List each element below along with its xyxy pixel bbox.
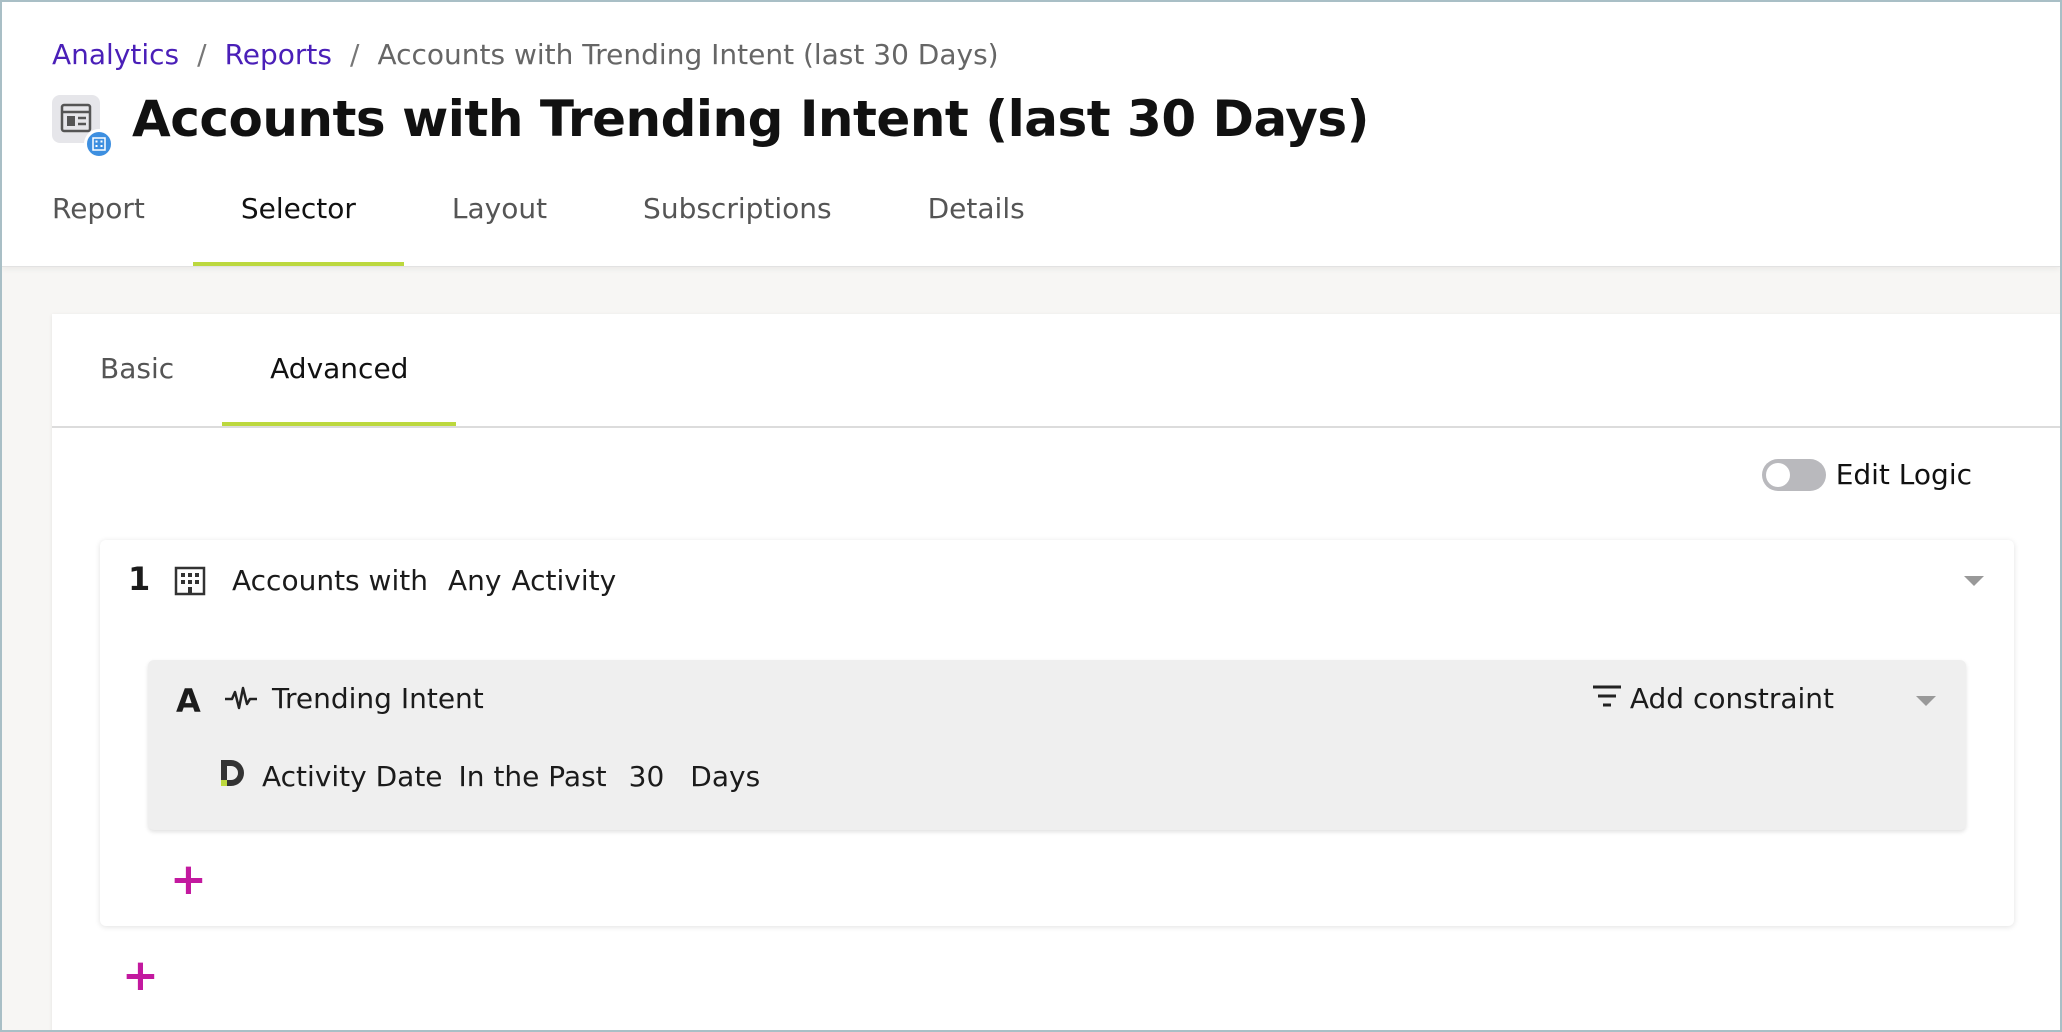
- add-group-button[interactable]: +: [122, 954, 159, 998]
- page-title: Accounts with Trending Intent (last 30 D…: [132, 90, 1369, 148]
- tab-report[interactable]: Report: [2, 188, 193, 266]
- constraint-unit[interactable]: Days: [690, 760, 760, 793]
- selector-group: 1 Accounts with Any Activity A Trending …: [100, 540, 2014, 926]
- selector-subtabs: Basic Advanced: [52, 314, 2060, 428]
- breadcrumb-analytics-link[interactable]: Analytics: [52, 38, 179, 71]
- breadcrumb-separator: /: [197, 38, 207, 71]
- report-tabs: Report Selector Layout Subscriptions Det…: [2, 188, 1073, 266]
- pulse-icon: [224, 684, 258, 718]
- group-header: Accounts with Any Activity: [232, 564, 616, 597]
- selector-card: Basic Advanced Edit Logic 1 Accounts wit…: [52, 314, 2060, 1030]
- chevron-down-icon[interactable]: [1916, 696, 1936, 706]
- group-quantifier[interactable]: Any: [448, 564, 501, 597]
- condition-letter: A: [176, 682, 201, 720]
- tab-subscriptions[interactable]: Subscriptions: [595, 188, 880, 266]
- add-constraint-label: Add constraint: [1629, 682, 1834, 715]
- building-icon: [174, 566, 206, 600]
- edit-logic-toggle[interactable]: Edit Logic: [1761, 458, 1972, 491]
- breadcrumb-current: Accounts with Trending Intent (last 30 D…: [377, 38, 999, 71]
- condition-title: Trending Intent: [272, 682, 484, 715]
- building-badge-icon: [84, 129, 114, 159]
- group-target: Any Activity: [448, 564, 616, 597]
- date-field-icon: [218, 758, 246, 795]
- tab-details[interactable]: Details: [880, 188, 1073, 266]
- app-frame: Analytics / Reports / Accounts with Tren…: [0, 0, 2062, 1032]
- tab-layout[interactable]: Layout: [404, 188, 595, 266]
- tab-selector[interactable]: Selector: [192, 188, 404, 266]
- breadcrumb: Analytics / Reports / Accounts with Tren…: [52, 38, 999, 71]
- group-type[interactable]: Activity: [511, 564, 616, 597]
- add-condition-button[interactable]: +: [170, 858, 207, 902]
- group-number: 1: [128, 560, 151, 598]
- edit-logic-label: Edit Logic: [1835, 458, 1972, 491]
- subtab-basic[interactable]: Basic: [52, 314, 222, 426]
- constraint-row: Activity Date In the Past 30 Days: [218, 758, 760, 795]
- add-constraint-button[interactable]: Add constraint: [1592, 682, 1834, 715]
- report-icon: [52, 95, 114, 159]
- page-header: Analytics / Reports / Accounts with Tren…: [2, 2, 2060, 267]
- breadcrumb-reports-link[interactable]: Reports: [225, 38, 332, 71]
- toggle-switch[interactable]: [1761, 458, 1826, 491]
- chevron-down-icon[interactable]: [1964, 576, 1984, 586]
- breadcrumb-separator: /: [350, 38, 360, 71]
- constraint-operator[interactable]: In the Past: [459, 760, 607, 793]
- constraint-value[interactable]: 30: [629, 760, 665, 793]
- condition-block: A Trending Intent Add constraint Activit…: [148, 660, 1966, 830]
- constraint-field[interactable]: Activity Date: [262, 760, 443, 793]
- subtab-advanced[interactable]: Advanced: [222, 314, 457, 426]
- title-row: Accounts with Trending Intent (last 30 D…: [52, 90, 1369, 159]
- group-prefix: Accounts with: [232, 564, 428, 597]
- filter-icon: [1592, 682, 1622, 715]
